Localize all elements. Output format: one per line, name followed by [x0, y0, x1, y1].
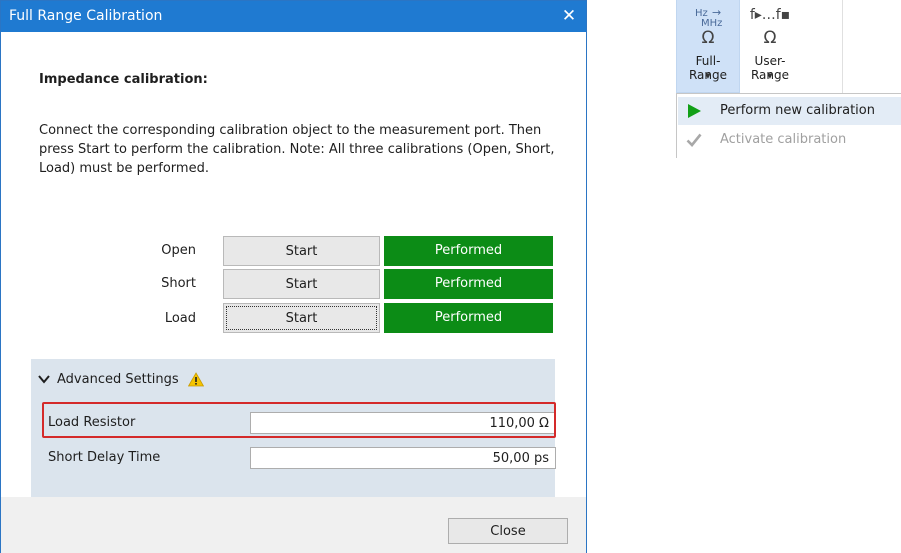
menu-item-label: Activate calibration: [720, 132, 847, 147]
dialog-footer: Close: [1, 497, 586, 553]
close-icon[interactable]: ✕: [558, 5, 580, 27]
user-range-button[interactable]: f▸…f▪ Ω User-Range ▼: [740, 0, 800, 93]
calibration-dropdown-menu: Perform new calibration Activate calibra…: [676, 93, 901, 158]
dialog-titlebar[interactable]: Full Range Calibration ✕: [1, 1, 586, 32]
dialog-title: Full Range Calibration: [9, 8, 163, 24]
section-heading: Impedance calibration:: [39, 72, 208, 87]
dropdown-arrow-icon: ▼: [767, 72, 773, 80]
menu-item-perform-new-calibration[interactable]: Perform new calibration: [678, 97, 901, 125]
ribbon-separator: [842, 0, 843, 93]
calibration-dialog: Full Range Calibration ✕ Impedance calib…: [0, 0, 587, 553]
load-resistor-highlight: [42, 402, 556, 438]
full-range-button[interactable]: Hz → MHz Ω Full-Range ▼: [676, 0, 740, 93]
frequency-range-icon: f▸…f▪: [749, 7, 791, 23]
dropdown-arrow-icon: ▼: [705, 72, 711, 80]
advanced-settings-label: Advanced Settings: [57, 371, 179, 387]
calibration-ribbon: Hz → MHz Ω Full-Range ▼ f▸…f▪ Ω User-Ran…: [676, 0, 901, 93]
chevron-down-icon: [38, 375, 50, 384]
checkmark-icon: [686, 133, 702, 147]
short-start-button[interactable]: Start: [223, 269, 380, 299]
open-label: Open: [161, 243, 196, 258]
load-start-button[interactable]: Start: [223, 303, 380, 333]
menu-item-activate-calibration[interactable]: Activate calibration: [678, 126, 901, 154]
short-delay-time-input[interactable]: [250, 447, 556, 469]
load-status-badge: Performed: [384, 303, 553, 333]
close-button[interactable]: Close: [448, 518, 568, 544]
ohm-icon: Ω: [701, 28, 715, 48]
load-label: Load: [164, 311, 196, 326]
play-icon: [688, 104, 701, 118]
warning-icon: [187, 371, 204, 386]
short-delay-time-label: Short Delay Time: [48, 450, 161, 465]
advanced-settings-toggle[interactable]: Advanced Settings: [37, 369, 204, 389]
instructions-text: Connect the corresponding calibration ob…: [39, 123, 555, 176]
short-label: Short: [161, 276, 196, 291]
open-start-button[interactable]: Start: [223, 236, 380, 266]
open-status-badge: Performed: [384, 236, 553, 266]
menu-item-label: Perform new calibration: [720, 103, 875, 118]
ohm-icon: Ω: [763, 28, 777, 48]
short-status-badge: Performed: [384, 269, 553, 299]
